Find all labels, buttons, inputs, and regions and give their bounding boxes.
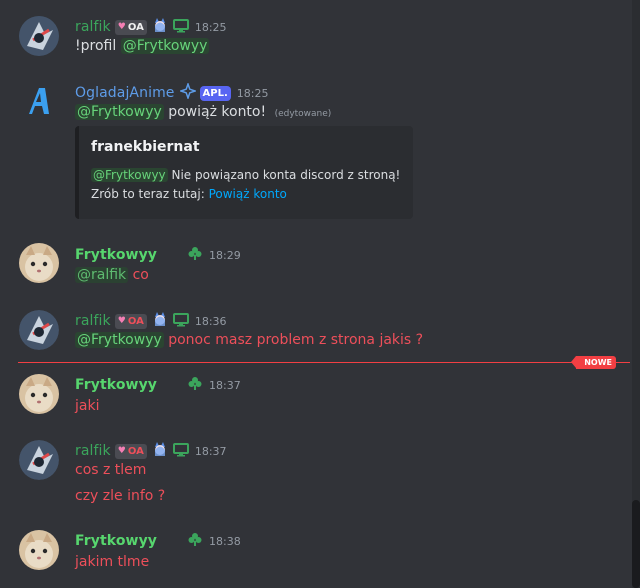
user-mention[interactable]: @ralfik: [75, 267, 129, 283]
embed-line-1: @Frytkowyy Nie powiązano konta discord z…: [91, 168, 400, 182]
verified-sparkle-icon: [178, 81, 197, 103]
badge-label: OA: [127, 21, 144, 33]
message-text: co: [132, 267, 149, 283]
message-header: Frytkowyy 18:29: [75, 245, 241, 265]
new-messages-badge[interactable]: NOWE: [571, 356, 616, 369]
user-mention[interactable]: @Frytkowyy: [75, 104, 164, 120]
username-frytkowyy[interactable]: Frytkowyy: [75, 377, 157, 393]
message-content: @Frytkowyy ponoc masz problem z strona j…: [75, 332, 423, 348]
leaf-icon: [187, 245, 203, 265]
message-header: Frytkowyy 18:38: [75, 531, 241, 551]
timestamp: 18:37: [209, 378, 241, 392]
timestamp: 18:38: [209, 534, 241, 548]
user-mention[interactable]: @Frytkowyy: [75, 332, 164, 348]
username-ralfik[interactable]: ralfik: [75, 313, 111, 329]
new-messages-divider: [18, 362, 630, 363]
avatar-ralfik[interactable]: [19, 16, 59, 56]
monitor-icon: [172, 312, 189, 331]
avatar-frytkowyy[interactable]: [19, 530, 59, 570]
role-badge-oa: ♥ OA: [114, 313, 147, 329]
edited-label: (edytowane): [274, 109, 332, 119]
leaf-icon: [187, 531, 203, 551]
username-ralfik[interactable]: ralfik: [75, 443, 111, 459]
timestamp: 18:25: [236, 86, 269, 100]
link-powiaz-konto[interactable]: Powiąż konto: [209, 187, 287, 201]
message-text: jakim tlme: [75, 554, 150, 570]
message-content: @ralfik co: [75, 267, 149, 283]
avatar-frytkowyy[interactable]: [19, 374, 59, 414]
username-frytkowyy[interactable]: Frytkowyy: [75, 533, 157, 549]
message-content: !profil @Frytkowyy: [75, 38, 210, 54]
username-ralfik[interactable]: ralfik: [75, 19, 111, 35]
message-content: @Frytkowyy powiąż konto! (edytowane): [75, 104, 331, 120]
message-header: ralfik ♥ OA 18:37: [75, 441, 227, 461]
timestamp: 18:37: [194, 444, 227, 458]
scrollbar-thumb[interactable]: [632, 500, 640, 588]
username-ogladajanime[interactable]: OgladajAnime: [75, 85, 175, 101]
heart-icon: ♥: [117, 316, 126, 326]
message-text: cos z tlem: [75, 462, 147, 478]
message-text: jaki: [75, 398, 100, 414]
message-text: czy zle info ?: [75, 488, 166, 504]
bot-embed: franekbiernat @Frytkowyy Nie powiązano k…: [75, 126, 413, 219]
embed-line-2: Zrób to teraz tutaj: Powiąż konto: [91, 187, 287, 201]
monitor-icon: [172, 18, 189, 37]
message-text: ponoc masz problem z strona jakis ?: [168, 332, 424, 348]
timestamp: 18:36: [194, 314, 227, 328]
embed-title: franekbiernat: [91, 139, 200, 155]
role-badge-oa: ♥ OA: [114, 443, 147, 459]
message-text: powiąż konto!: [168, 104, 267, 120]
avatar-ralfik[interactable]: [19, 440, 59, 480]
badge-label: OA: [127, 315, 144, 327]
badge-label: OA: [127, 445, 144, 457]
user-mention[interactable]: @Frytkowyy: [91, 168, 168, 182]
message-header: OgladajAnime APL. 18:25: [75, 81, 269, 103]
avatar-ogladajanime[interactable]: [19, 82, 59, 122]
heart-icon: ♥: [117, 446, 126, 456]
avatar-frytkowyy[interactable]: [19, 243, 59, 283]
monitor-icon: [172, 442, 189, 461]
timestamp: 18:25: [194, 20, 227, 34]
username-frytkowyy[interactable]: Frytkowyy: [75, 247, 157, 263]
heart-icon: ♥: [117, 22, 126, 32]
role-badge-oa: ♥ OA: [114, 19, 147, 35]
avatar-ralfik[interactable]: [19, 310, 59, 350]
anime-girl-icon: [152, 311, 168, 331]
anime-girl-icon: [152, 441, 168, 461]
message-header: Frytkowyy 18:37: [75, 375, 241, 395]
timestamp: 18:29: [209, 248, 241, 262]
embed-text: Zrób to teraz tutaj:: [91, 187, 205, 201]
leaf-icon: [187, 375, 203, 395]
anime-girl-icon: [152, 17, 168, 37]
message-text: !profil: [75, 38, 117, 54]
user-mention[interactable]: @Frytkowyy: [120, 38, 210, 54]
app-badge: APL.: [199, 85, 231, 101]
message-header: ralfik ♥ OA 18:25: [75, 17, 227, 37]
message-header: ralfik ♥ OA 18:36: [75, 311, 227, 331]
embed-text: Nie powiązano konta discord z stroną!: [171, 168, 401, 182]
